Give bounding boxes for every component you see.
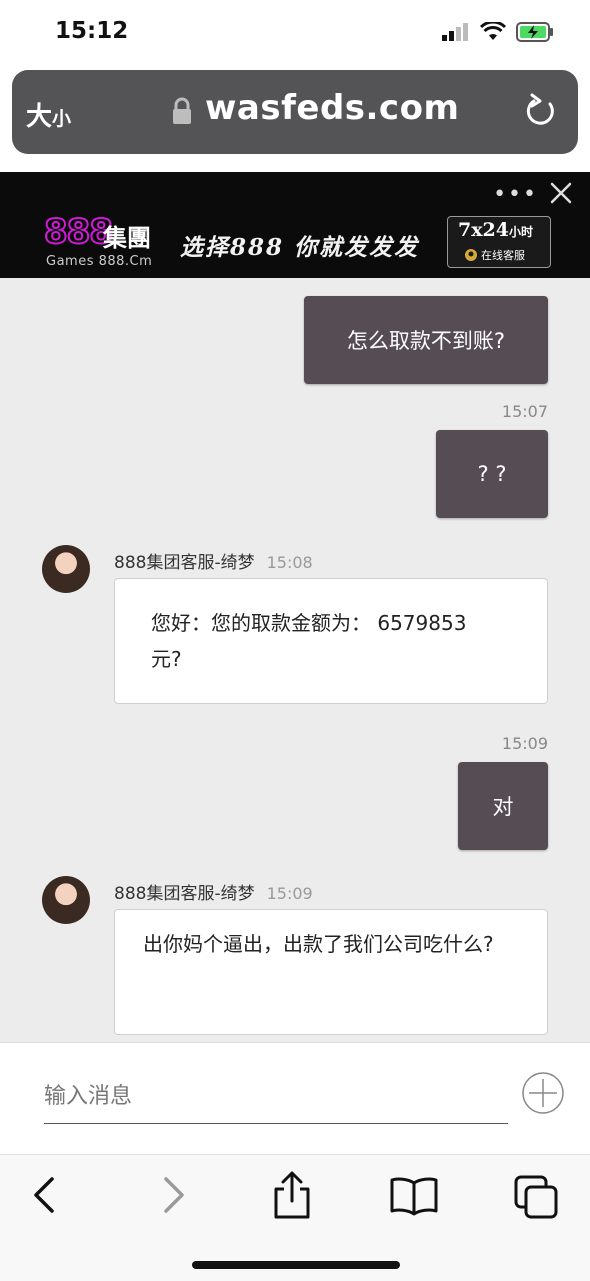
more-icon[interactable]: •••	[493, 182, 538, 207]
address-bar[interactable]: 大小 wasfeds.com	[12, 70, 578, 154]
incoming-message: 出你妈个逼出，出款了我们公司吃什么?	[114, 909, 548, 1035]
chat-area[interactable]: 怎么取款不到账? 15:07 ? ? 888集团客服-绮梦 15:08 您好：您的…	[0, 278, 590, 1042]
outgoing-message: ? ?	[436, 430, 548, 518]
agent-avatar	[42, 545, 90, 593]
ad-service-badge[interactable]: 7x24小时 在线客服	[447, 216, 551, 268]
badge-main: 7x24	[458, 219, 509, 241]
url-text[interactable]: wasfeds.com	[205, 88, 459, 128]
message-time: 15:09	[501, 734, 548, 753]
badge-unit: 小时	[509, 225, 534, 239]
message-time: 15:07	[501, 402, 548, 421]
ad-banner[interactable]: ••• 888 集團 Games 888.Cm 选择888 你就发发发 7x24…	[0, 172, 590, 278]
cellular-signal-icon	[442, 23, 468, 41]
battery-charging-icon	[516, 22, 553, 42]
message-line: 您好：您的取款金额为： 6579853	[151, 611, 467, 635]
outgoing-message: 对	[458, 762, 548, 850]
status-bar: 15:12	[0, 0, 590, 64]
lock-icon	[173, 97, 191, 124]
ad-logo-sub: Games 888.Cm	[46, 254, 153, 269]
agent-name: 888集团客服-绮梦	[114, 884, 255, 904]
status-icons	[442, 22, 554, 42]
headset-icon	[465, 249, 477, 261]
browser-toolbar	[0, 1154, 590, 1281]
incoming-message: 您好：您的取款金额为： 6579853 元?	[114, 578, 548, 704]
add-icon[interactable]	[521, 1071, 565, 1115]
ad-slogan: 选择888 你就发发发	[180, 234, 420, 261]
message-time: 15:08	[266, 553, 313, 572]
close-icon[interactable]	[546, 178, 576, 208]
status-time: 15:12	[55, 18, 129, 44]
ad-logo-group: 集團	[103, 224, 151, 252]
message-input-area	[0, 1042, 590, 1155]
message-line: 元?	[151, 647, 182, 671]
outgoing-message: 怎么取款不到账?	[304, 296, 548, 384]
agent-name-row: 888集团客服-绮梦 15:08	[114, 548, 313, 573]
tabs-icon[interactable]	[512, 1173, 562, 1221]
share-icon[interactable]	[270, 1169, 314, 1221]
back-icon[interactable]	[28, 1173, 62, 1217]
ad-logo-number: 888	[43, 211, 114, 253]
browser-address-area: 大小 wasfeds.com	[0, 64, 590, 172]
message-input[interactable]	[44, 1069, 508, 1124]
forward-icon[interactable]	[156, 1173, 190, 1217]
message-text: 对	[492, 795, 514, 819]
message-time: 15:09	[266, 884, 313, 903]
reload-icon[interactable]	[524, 92, 558, 130]
text-size-button[interactable]: 大小	[26, 96, 71, 133]
home-indicator	[192, 1261, 400, 1269]
badge-service: 在线客服	[481, 249, 525, 262]
agent-name-row: 888集团客服-绮梦 15:09	[114, 879, 313, 904]
bookmarks-icon[interactable]	[388, 1173, 440, 1217]
message-line: 出你妈个逼出，出款了我们公司吃什么?	[143, 932, 494, 956]
wifi-icon	[480, 22, 506, 40]
agent-name: 888集团客服-绮梦	[114, 553, 255, 573]
message-text: ? ?	[477, 462, 507, 486]
message-text: 怎么取款不到账?	[346, 329, 506, 353]
agent-avatar	[42, 876, 90, 924]
